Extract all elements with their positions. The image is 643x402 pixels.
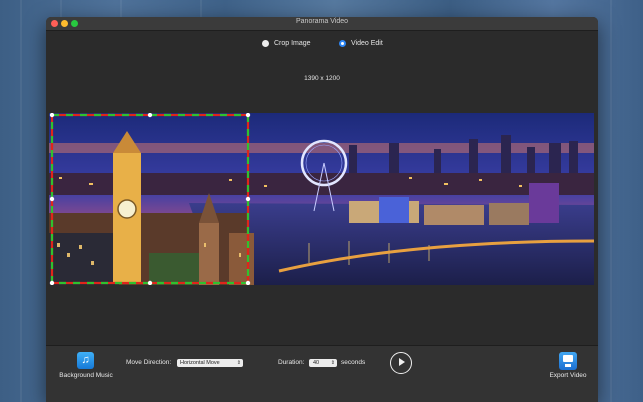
mode-label-crop-image: Crop Image (274, 39, 311, 47)
export-video-button[interactable]: Export Video (546, 349, 590, 383)
panorama-image (49, 113, 594, 285)
mode-option-crop-image[interactable]: Crop Image (262, 38, 311, 48)
background-music-button[interactable]: ♫ Background Music (58, 349, 114, 383)
mode-selector: Crop Image Video Edit (46, 31, 598, 53)
radio-crop-image[interactable] (262, 39, 269, 47)
move-direction-select[interactable]: Horizontal Move ⇕ (177, 359, 243, 367)
duration-stepper[interactable]: 40 ⇕ (309, 359, 337, 367)
image-dimensions: 1390 x 1200 (304, 75, 340, 82)
mode-option-video-edit[interactable]: Video Edit (339, 38, 383, 48)
select-arrows-icon: ⇕ (236, 360, 241, 366)
play-button[interactable] (390, 352, 412, 374)
duration-label: Duration: (278, 359, 305, 366)
music-note-icon: ♫ (77, 352, 94, 369)
background-music-label: Background Music (59, 372, 113, 379)
mode-label-video-edit: Video Edit (351, 39, 383, 47)
panorama-canvas[interactable] (49, 113, 594, 285)
bottom-toolbar: ♫ Background Music Move Direction: Horiz… (46, 345, 598, 402)
move-direction-label: Move Direction: (126, 359, 172, 366)
export-video-icon (559, 352, 577, 370)
move-direction-value: Horizontal Move (180, 360, 220, 366)
radio-video-edit[interactable] (339, 39, 346, 47)
window-title: Panorama Video (295, 18, 349, 25)
title-bar: Panorama Video (46, 17, 598, 31)
app-window: Panorama Video Crop Image Video Edit 139… (46, 17, 598, 402)
duration-value: 40 (313, 360, 320, 366)
export-video-label: Export Video (549, 372, 587, 379)
duration-unit-label: seconds (341, 359, 366, 366)
stepper-arrows-icon: ⇕ (330, 360, 335, 366)
